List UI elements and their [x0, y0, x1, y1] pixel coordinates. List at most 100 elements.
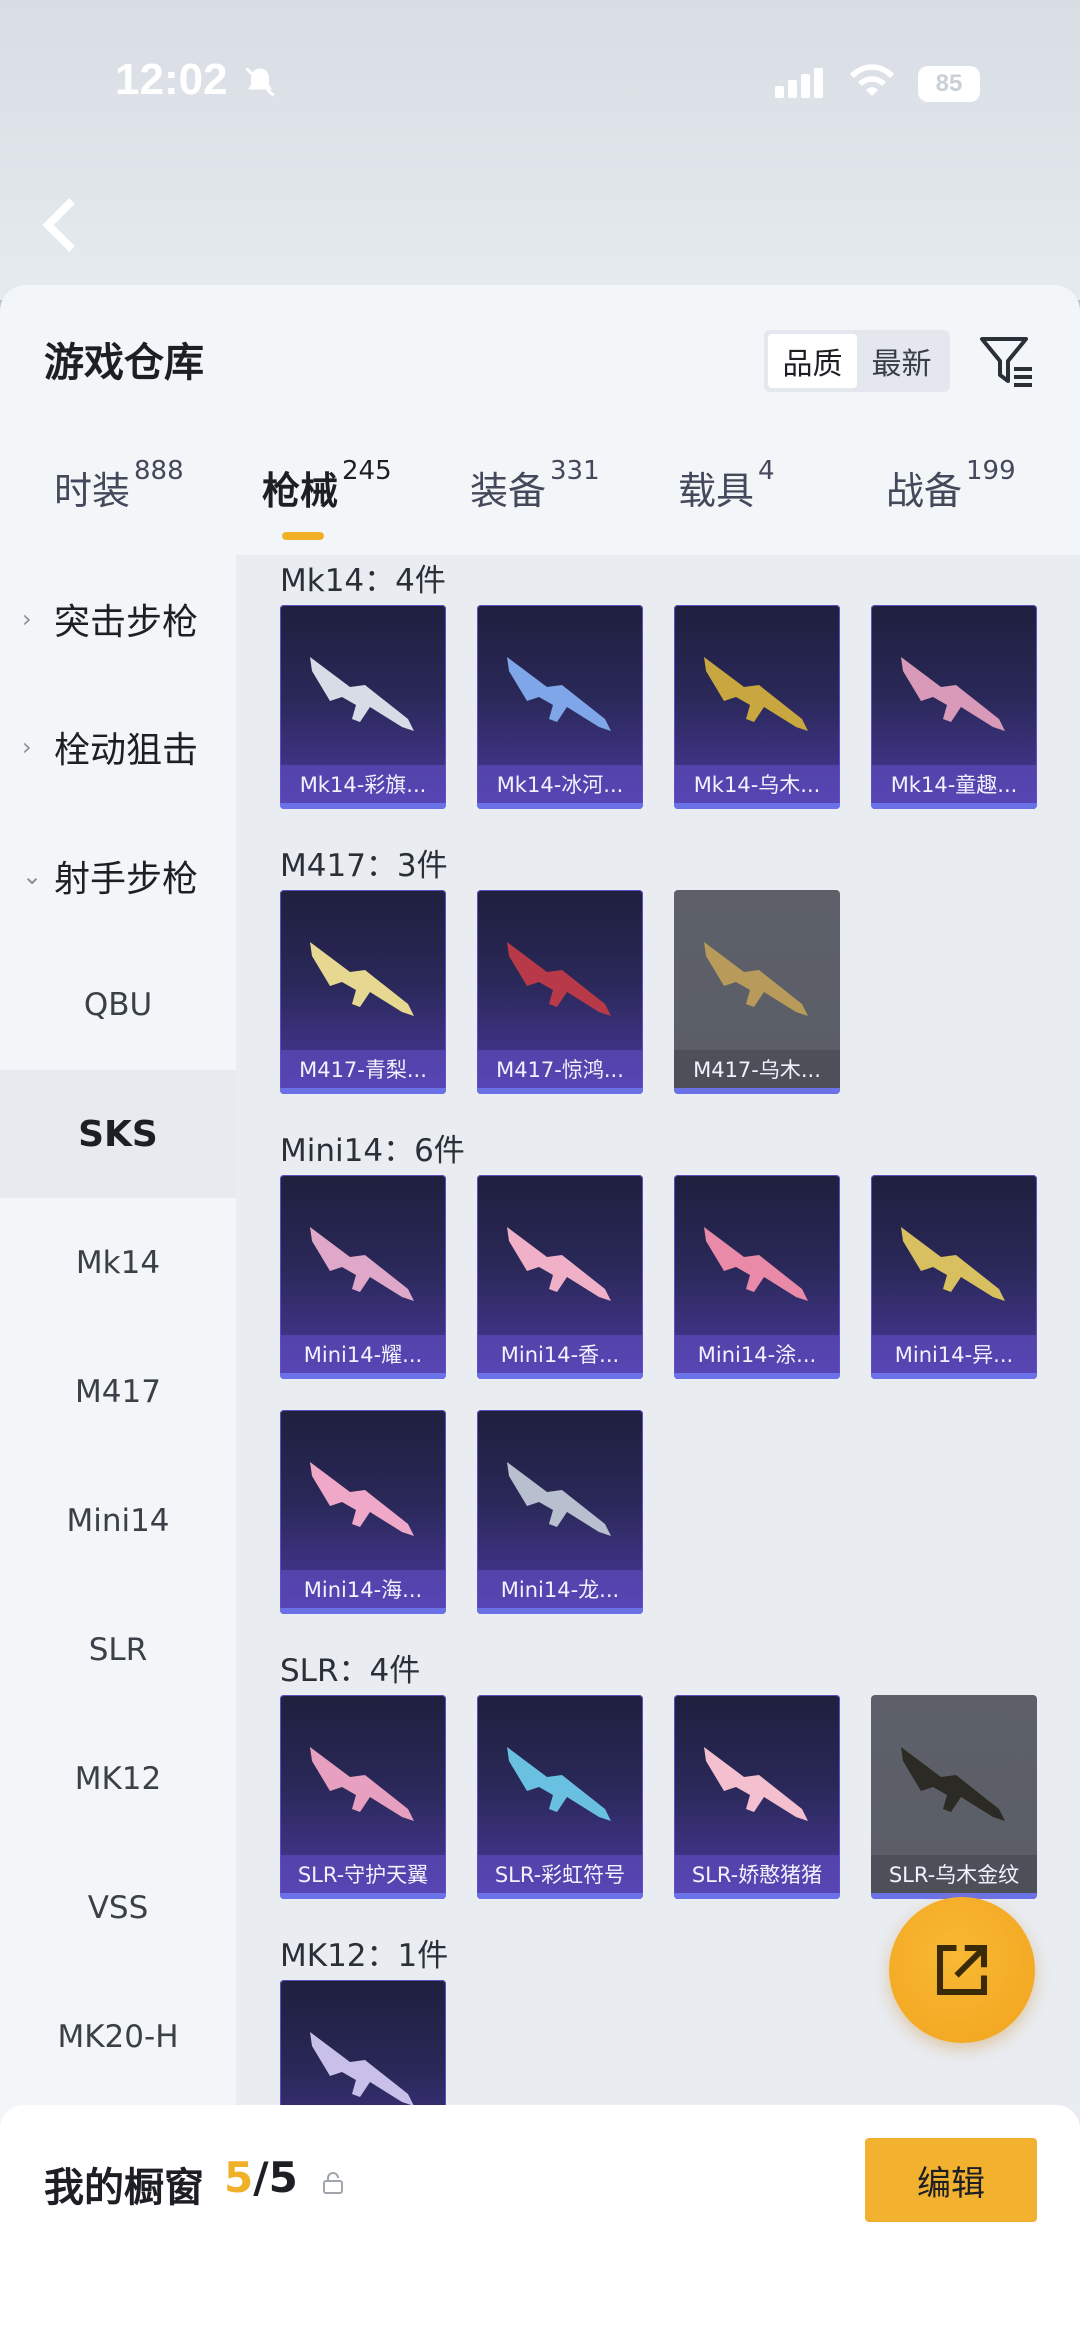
sidebar-category-marksman[interactable]: ⌄ 射手步枪 — [0, 812, 236, 940]
showcase-title: 我的橱窗 — [44, 2165, 204, 2211]
sort-toggle: 品质 最新 — [764, 330, 950, 392]
weapon-card[interactable]: Mk14-童趣... — [871, 605, 1037, 809]
sort-newest-button[interactable]: 最新 — [857, 334, 946, 388]
group-title-mini14: Mini14：6件 — [280, 1133, 465, 1169]
rifle-icon — [507, 1747, 611, 1821]
rarity-bar — [674, 1893, 840, 1899]
weapon-card[interactable]: Mini14-耀... — [280, 1175, 446, 1379]
weapon-card[interactable]: Mini14-异... — [871, 1175, 1037, 1379]
active-tab-indicator — [282, 532, 324, 540]
wifi-icon — [850, 64, 894, 96]
sidebar-category-bolt[interactable]: › 栓动狙击 — [0, 683, 236, 811]
weapon-card[interactable]: Mk14-冰河... — [477, 605, 643, 809]
weapon-card[interactable]: Mini14-涂... — [674, 1175, 840, 1379]
sidebar-item-mk20h[interactable]: MK20-H — [0, 1973, 236, 2101]
showcase-bar: 我的橱窗 5/5 编辑 — [0, 2105, 1080, 2348]
rarity-bar — [280, 1088, 446, 1094]
sidebar-item-mk14[interactable]: Mk14 — [0, 1199, 236, 1327]
tab-fashion[interactable]: 时装 888 — [54, 456, 184, 515]
rarity-bar — [477, 1893, 643, 1899]
weapon-name: Mk14-童趣... — [871, 765, 1037, 803]
mute-bell-icon — [245, 67, 275, 97]
weapon-card[interactable]: Mk14-彩旗... — [280, 605, 446, 809]
weapon-card[interactable]: M417-惊鸿... — [477, 890, 643, 1094]
weapon-card[interactable]: M417-青梨... — [280, 890, 446, 1094]
sidebar-item-m417[interactable]: M417 — [0, 1328, 236, 1456]
rarity-bar — [280, 1893, 446, 1899]
rarity-bar — [477, 803, 643, 809]
chevron-right-icon: › — [22, 733, 32, 761]
lock-icon — [323, 2172, 343, 2194]
share-button[interactable] — [889, 1897, 1035, 2043]
rarity-bar — [871, 1373, 1037, 1379]
sidebar-category-assault[interactable]: › 突击步枪 — [0, 555, 236, 683]
weapon-card[interactable]: SLR-娇憨猪猪 — [674, 1695, 840, 1899]
rarity-bar — [280, 1373, 446, 1379]
sidebar-item-slr[interactable]: SLR — [0, 1586, 236, 1714]
tab-equipment[interactable]: 装备 331 — [470, 456, 600, 515]
rifle-icon — [310, 1747, 414, 1821]
weapon-name: Mini14-海... — [280, 1570, 446, 1608]
rarity-bar — [477, 1088, 643, 1094]
group-title-mk14: Mk14：4件 — [280, 563, 446, 599]
share-external-icon — [936, 1944, 988, 1996]
sidebar-item-mini14[interactable]: Mini14 — [0, 1457, 236, 1585]
weapon-name: Mini14-异... — [871, 1335, 1037, 1373]
group-title-mk12: MK12：1件 — [280, 1938, 449, 1974]
back-arrow-icon[interactable] — [40, 195, 80, 255]
rifle-icon — [704, 657, 808, 731]
rifle-icon — [507, 942, 611, 1016]
chevron-down-icon: ⌄ — [22, 862, 43, 890]
rifle-icon — [507, 1462, 611, 1536]
weapon-card[interactable]: M417-乌木... — [674, 890, 840, 1094]
weapon-card[interactable]: SLR-乌木金纹 — [871, 1695, 1037, 1899]
battery-indicator: 85 — [918, 66, 980, 102]
cellular-signal-icon — [775, 68, 823, 98]
weapon-grid: Mk14：4件 Mk14-彩旗... Mk14-冰河... Mk14-乌木...… — [236, 555, 1080, 2348]
weapon-card[interactable]: Mini14-龙... — [477, 1410, 643, 1614]
rifle-icon — [310, 942, 414, 1016]
rarity-bar — [674, 803, 840, 809]
rifle-icon — [901, 657, 1005, 731]
weapon-name: M417-青梨... — [280, 1050, 446, 1088]
weapon-name: Mk14-彩旗... — [280, 765, 446, 803]
rarity-bar — [477, 1608, 643, 1614]
weapon-sidebar: › 突击步枪 › 栓动狙击 ⌄ 射手步枪 QBU SKS Mk14 M417 Mini… — [0, 555, 236, 2348]
weapon-name: M417-惊鸿... — [477, 1050, 643, 1088]
edit-button[interactable]: 编辑 — [865, 2138, 1037, 2222]
rifle-icon — [310, 1227, 414, 1301]
weapon-name: Mini14-香... — [477, 1335, 643, 1373]
tab-firearms[interactable]: 枪械 245 — [262, 456, 392, 515]
weapon-card[interactable]: Mini14-香... — [477, 1175, 643, 1379]
weapon-card[interactable]: SLR-守护天翼 — [280, 1695, 446, 1899]
group-title-m417: M417：3件 — [280, 848, 448, 884]
rifle-icon — [704, 942, 808, 1016]
group-title-slr: SLR：4件 — [280, 1653, 421, 1689]
weapon-name: Mini14-涂... — [674, 1335, 840, 1373]
rifle-icon — [901, 1227, 1005, 1301]
sort-quality-button[interactable]: 品质 — [768, 334, 857, 388]
sidebar-item-mk12[interactable]: MK12 — [0, 1715, 236, 1843]
sidebar-item-qbu[interactable]: QBU — [0, 941, 236, 1069]
rarity-bar — [871, 803, 1037, 809]
showcase-count: 5/5 — [224, 2153, 298, 2202]
weapon-name: M417-乌木... — [674, 1050, 840, 1088]
weapon-name: Mini14-耀... — [280, 1335, 446, 1373]
weapon-card[interactable]: Mini14-海... — [280, 1410, 446, 1614]
sidebar-item-sks[interactable]: SKS — [0, 1070, 236, 1198]
weapon-card[interactable]: SLR-彩虹符号 — [477, 1695, 643, 1899]
rarity-bar — [280, 803, 446, 809]
weapon-card[interactable]: Mk14-乌木... — [674, 605, 840, 809]
filter-icon[interactable] — [978, 333, 1034, 389]
rarity-bar — [674, 1088, 840, 1094]
rarity-bar — [674, 1373, 840, 1379]
weapon-name: Mk14-冰河... — [477, 765, 643, 803]
status-time: 12:02 — [115, 55, 228, 104]
tab-supplies[interactable]: 战备 199 — [886, 456, 1016, 515]
rifle-icon — [310, 1462, 414, 1536]
tab-vehicles[interactable]: 载具 4 — [678, 456, 775, 515]
sidebar-item-vss[interactable]: VSS — [0, 1844, 236, 1972]
chevron-right-icon: › — [22, 605, 32, 633]
weapon-name: SLR-彩虹符号 — [477, 1855, 643, 1893]
rifle-icon — [704, 1227, 808, 1301]
